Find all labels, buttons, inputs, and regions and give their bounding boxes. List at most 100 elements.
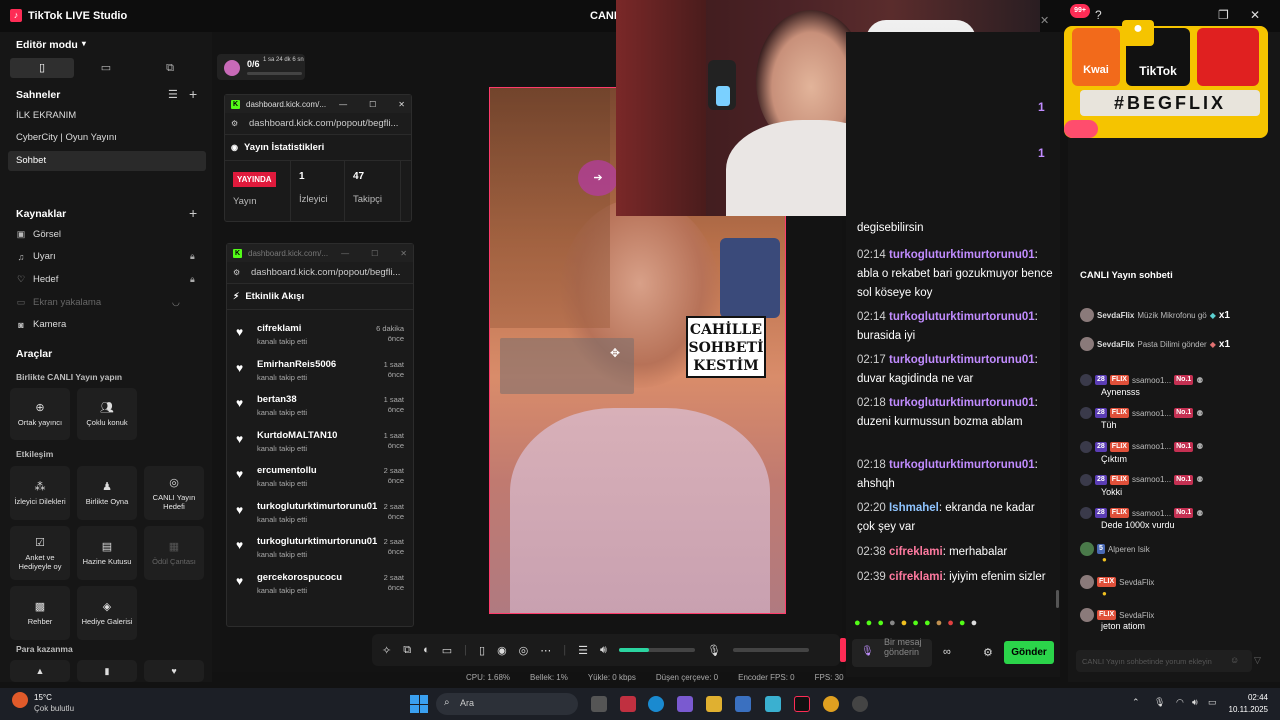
- source-item[interactable]: ▣ Görsel: [16, 229, 61, 240]
- store-icon[interactable]: [735, 696, 751, 712]
- user-action-icon[interactable]: ⚉: [1196, 509, 1203, 518]
- chrome-icon[interactable]: [823, 696, 839, 712]
- filter-icon[interactable]: ▽: [1254, 655, 1261, 666]
- emote-icon[interactable]: ●: [866, 617, 873, 629]
- minimize-icon[interactable]: —: [339, 100, 347, 109]
- tray-chevron-icon[interactable]: ⌃: [1132, 697, 1140, 708]
- record-icon[interactable]: ◉: [497, 644, 507, 657]
- mixer-icon[interactable]: ☰: [578, 644, 588, 657]
- app-icon[interactable]: [620, 696, 636, 712]
- volume-slider[interactable]: [618, 648, 695, 652]
- tile-treasure-box[interactable]: ▤ Hazine Kutusu: [77, 526, 137, 580]
- event-row[interactable]: ♥ ercumentollu kanalı takip etti 2 saat önc…: [234, 463, 408, 493]
- close-icon[interactable]: ✕: [400, 249, 407, 258]
- live-chat-input[interactable]: CANLI Yayın sohbetinde yorum ekleyin: [1076, 650, 1252, 672]
- mic-slider[interactable]: [732, 648, 809, 652]
- source-item[interactable]: ♡ Hedef: [16, 274, 58, 285]
- volume-icon[interactable]: 🔊︎: [1192, 697, 1198, 708]
- site-info-icon[interactable]: ⚙: [231, 113, 238, 135]
- windows-start-icon[interactable]: [410, 695, 428, 713]
- settings-gear-icon[interactable]: ⚙: [983, 646, 993, 659]
- chat-user[interactable]: turkogluturktimurtorunu01: [889, 249, 1035, 261]
- source-item-hidden[interactable]: ▭ Ekran yakalama: [16, 297, 101, 308]
- emote-icon[interactable]: ●: [901, 617, 908, 629]
- clock-time[interactable]: 02:44: [1230, 693, 1268, 702]
- scene-item[interactable]: İLK EKRANIM: [8, 106, 206, 126]
- event-row[interactable]: ♥ gercekorospucocu kanalı takip etti 2 saat…: [234, 570, 408, 600]
- add-source-icon[interactable]: +: [189, 205, 197, 221]
- user-action-icon[interactable]: ⚉: [1196, 409, 1203, 418]
- minimize-icon[interactable]: —: [341, 249, 349, 258]
- camera-switch-icon[interactable]: ◎: [519, 644, 529, 657]
- editor-mode-dropdown[interactable]: Editör modu ▾: [16, 39, 86, 51]
- add-scene-icon[interactable]: +: [189, 86, 197, 102]
- event-row[interactable]: ♥ KurtdoMALTAN10 kanalı takip etti 1 saat ö…: [234, 428, 408, 458]
- events-popup-url[interactable]: ⚙ dashboard.kick.com/popout/begfli...: [227, 262, 413, 284]
- chat-user[interactable]: cifreklami: [889, 546, 943, 558]
- chat-close-icon[interactable]: ✕: [1040, 14, 1049, 27]
- tile-guide[interactable]: ▩ Rehber: [10, 586, 70, 640]
- lock-icon[interactable]: 🔒︎: [190, 274, 195, 285]
- user-action-icon[interactable]: ⚉: [1196, 442, 1203, 451]
- emote-icon[interactable]: ●: [854, 617, 861, 629]
- event-row[interactable]: ♥ turkogluturktimurtorunu01 kanalı takip e…: [234, 534, 408, 564]
- infinity-icon[interactable]: ∞: [943, 646, 951, 658]
- chat-user[interactable]: ssamoo1...: [1132, 475, 1171, 484]
- scene-item[interactable]: CyberCity | Oyun Yayını: [8, 128, 206, 148]
- effects-icon[interactable]: ◐: [423, 644, 430, 656]
- chat-user[interactable]: ssamoo1...: [1132, 509, 1171, 518]
- user-action-icon[interactable]: ⚉: [1196, 376, 1203, 385]
- stats-popup-url[interactable]: ⚙ dashboard.kick.com/popout/begfli...: [225, 113, 411, 135]
- clock-date[interactable]: 10.11.2025: [1224, 705, 1268, 714]
- mic-icon[interactable]: 🎙︎: [707, 644, 721, 657]
- taskbar-search[interactable]: ⌕ Ara: [436, 693, 578, 715]
- tile-viewer-wishes[interactable]: ⁂ İzleyici Dilekleri: [10, 466, 70, 520]
- chat-user[interactable]: turkogluturktimurtorunu01: [889, 354, 1035, 366]
- tile-reward-bag[interactable]: ▦ Ödül Çantası: [144, 526, 204, 580]
- chat-scrollbar[interactable]: [1056, 590, 1059, 608]
- folder-icon[interactable]: [706, 696, 722, 712]
- dual-mode-button[interactable]: ⧉: [138, 58, 202, 78]
- portrait-mode-button[interactable]: ▯: [10, 58, 74, 78]
- chat-user[interactable]: turkogluturktimurtorunu01: [889, 311, 1035, 323]
- task-view-icon[interactable]: [591, 696, 607, 712]
- app-icon-3[interactable]: [852, 696, 868, 712]
- emote-icon[interactable]: ●: [877, 617, 884, 629]
- weather-icon[interactable]: [12, 692, 28, 708]
- phone-icon[interactable]: ▯: [479, 644, 485, 657]
- app-icon-2[interactable]: [765, 696, 781, 712]
- event-row[interactable]: ♥ bertan38 kanalı takip etti 1 saat önce: [234, 392, 408, 422]
- tile-monetize-1[interactable]: ▲: [10, 660, 70, 682]
- go-live-button-edge[interactable]: [840, 638, 846, 662]
- chat-user[interactable]: Ishmahel: [889, 502, 939, 514]
- battery-icon[interactable]: ▭: [1208, 697, 1217, 708]
- chat-user[interactable]: ssamoo1...: [1132, 376, 1171, 385]
- tile-cohost[interactable]: ⊕ Ortak yayıncı: [10, 388, 70, 440]
- tray-mic-icon[interactable]: 🎙︎: [1154, 697, 1165, 708]
- tile-monetize-2[interactable]: ▮: [77, 660, 137, 682]
- event-row[interactable]: ♥ cifreklami kanalı takip etti 6 dakika önc…: [234, 321, 408, 351]
- tiktok-taskbar-icon[interactable]: [794, 696, 810, 712]
- magic-wand-icon[interactable]: ✧: [382, 644, 391, 657]
- tile-multiguest[interactable]: 👥︎ Çoklu konuk: [77, 388, 137, 440]
- hidden-eye-icon[interactable]: ◡: [172, 297, 180, 308]
- emoji-picker-icon[interactable]: ☺: [1230, 655, 1239, 665]
- tile-live-goal[interactable]: ◎ CANLI Yayın Hedefi: [144, 466, 204, 520]
- source-item[interactable]: ♫ Uyarı: [16, 251, 56, 262]
- site-info-icon[interactable]: ⚙: [233, 262, 240, 284]
- layers-icon[interactable]: ⧉: [403, 644, 411, 657]
- event-row[interactable]: ♥ EmirhanReis5006 kanalı takip etti 1 saat …: [234, 357, 408, 387]
- mic-icon[interactable]: 🎙︎: [861, 646, 874, 657]
- source-item[interactable]: ◙ Kamera: [16, 319, 66, 330]
- tile-gift-gallery[interactable]: ◈ Hediye Galerisi: [77, 586, 137, 640]
- event-row[interactable]: ♥ turkogluturktimurtorunu01 kanalı takip e…: [234, 499, 408, 529]
- emote-icon[interactable]: ●: [971, 617, 978, 629]
- tile-monetize-3[interactable]: ♥: [144, 660, 204, 682]
- scene-item-selected[interactable]: Sohbet: [8, 151, 206, 171]
- notification-badge[interactable]: 99+: [1070, 4, 1090, 18]
- sticker-cahille[interactable]: CAHİLLE SOHBETİ KESTİM: [686, 316, 766, 378]
- emote-icon[interactable]: ●: [889, 617, 896, 629]
- user-action-icon[interactable]: ⚉: [1196, 475, 1203, 484]
- emote-icon[interactable]: ●: [959, 617, 966, 629]
- tile-play-together[interactable]: ♟ Birlikte Oyna: [77, 466, 137, 520]
